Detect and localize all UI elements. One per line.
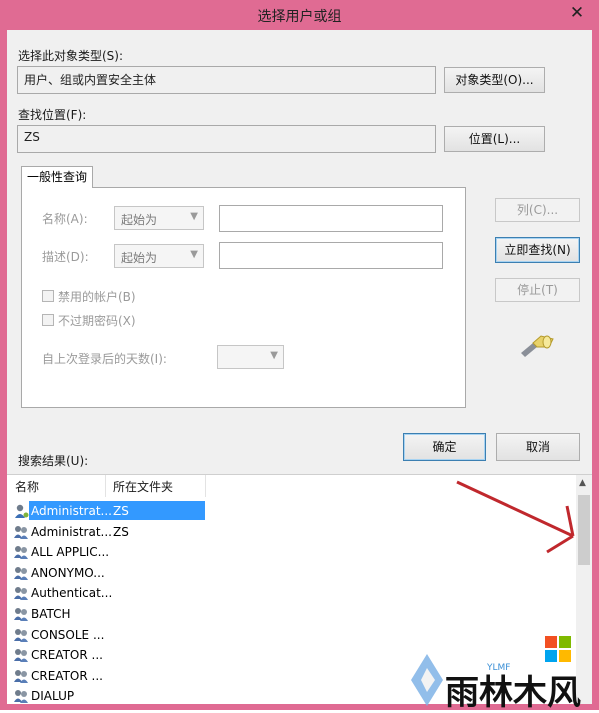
result-name: DIALUP	[31, 689, 75, 704]
name-input[interactable]	[219, 205, 443, 232]
close-button[interactable]: ✕	[563, 2, 591, 24]
description-mode-value: 起始为	[121, 251, 158, 265]
watermark-sub: YLMF	[486, 663, 510, 673]
result-name: CREATOR ...	[31, 668, 103, 683]
location-label: 查找位置(F):	[18, 108, 87, 122]
search-results-label: 搜索结果(U):	[18, 454, 89, 468]
result-name: CREATOR ...	[31, 648, 103, 663]
column-header-folder[interactable]: 所在文件夹	[113, 478, 173, 495]
chevron-down-icon: ▼	[270, 350, 278, 361]
name-mode-select[interactable]: 起始为 ▼	[114, 206, 204, 230]
result-name: BATCH	[31, 607, 71, 621]
columns-button[interactable]: 列(C)...	[495, 198, 580, 222]
group-icon	[14, 566, 28, 580]
non-expiring-password-checkbox[interactable]	[42, 314, 54, 326]
group-icon	[14, 649, 28, 663]
result-name: Authenticat...	[31, 586, 113, 601]
group-icon	[14, 608, 28, 621]
column-divider[interactable]	[205, 475, 206, 497]
watermark-graphic: 雨林木风 YLMF	[411, 636, 581, 713]
search-flashlight-icon	[521, 335, 554, 357]
result-name: Administrat...	[31, 504, 112, 518]
annotation-arrow	[456, 480, 575, 554]
description-label: 描述(D):	[42, 250, 89, 264]
column-header-name[interactable]: 名称	[15, 478, 39, 495]
days-since-login-label: 自上次登录后的天数(I):	[42, 352, 167, 366]
chevron-down-icon: ▼	[190, 211, 198, 222]
result-folder: ZS	[113, 524, 129, 539]
description-mode-select[interactable]: 起始为 ▼	[114, 244, 204, 268]
group-icon	[14, 690, 28, 704]
dialog-window: 选择用户或组 ✕ 选择此对象类型(S): 用户、组或内置安全主体 对象类型(O)…	[0, 0, 599, 710]
group-icon	[14, 669, 28, 683]
watermark-text: 雨林木风	[445, 673, 581, 710]
watermark-logo: 雨林木风 YLMF	[405, 632, 599, 713]
dialog-body: 选择此对象类型(S): 用户、组或内置安全主体 对象类型(O)... 查找位置(…	[7, 30, 592, 705]
result-name: Administrat...	[31, 524, 112, 539]
description-input[interactable]	[219, 242, 443, 269]
result-name: CONSOLE ...	[31, 627, 105, 642]
group-icon	[14, 525, 28, 539]
common-queries-panel: 名称(A): 起始为 ▼ 描述(D): 起始为 ▼ 禁用的帐户(B) 不过期密码…	[21, 187, 466, 408]
object-types-button[interactable]: 对象类型(O)...	[444, 67, 545, 93]
days-since-login-select[interactable]: ▼	[217, 345, 284, 369]
object-type-label: 选择此对象类型(S):	[18, 49, 124, 63]
column-divider[interactable]	[105, 475, 106, 497]
name-label: 名称(A):	[42, 212, 88, 226]
find-now-button[interactable]: 立即查找(N)	[495, 237, 580, 263]
user-icon	[15, 504, 29, 518]
result-name: ANONYMO...	[31, 565, 105, 580]
window-title: 选择用户或组	[257, 9, 342, 25]
cancel-button[interactable]: 取消	[496, 433, 580, 461]
locations-button[interactable]: 位置(L)...	[444, 126, 545, 152]
object-type-field: 用户、组或内置安全主体	[17, 66, 436, 94]
group-icon	[14, 546, 28, 560]
ok-button[interactable]: 确定	[403, 433, 486, 461]
disabled-accounts-checkbox[interactable]	[42, 290, 54, 302]
result-folder: ZS	[113, 504, 129, 518]
name-mode-value: 起始为	[121, 213, 158, 227]
non-expiring-password-label: 不过期密码(X)	[58, 314, 136, 328]
result-name: ALL APPLIC...	[31, 545, 110, 560]
stop-button[interactable]: 停止(T)	[495, 278, 580, 302]
tab-common-queries[interactable]: 一般性查询	[21, 166, 93, 188]
location-field: ZS	[17, 125, 436, 153]
group-icon	[14, 628, 28, 642]
title-bar[interactable]: 选择用户或组 ✕	[0, 0, 599, 30]
chevron-down-icon: ▼	[190, 249, 198, 260]
group-icon	[14, 587, 28, 601]
disabled-accounts-label: 禁用的帐户(B)	[58, 290, 136, 304]
